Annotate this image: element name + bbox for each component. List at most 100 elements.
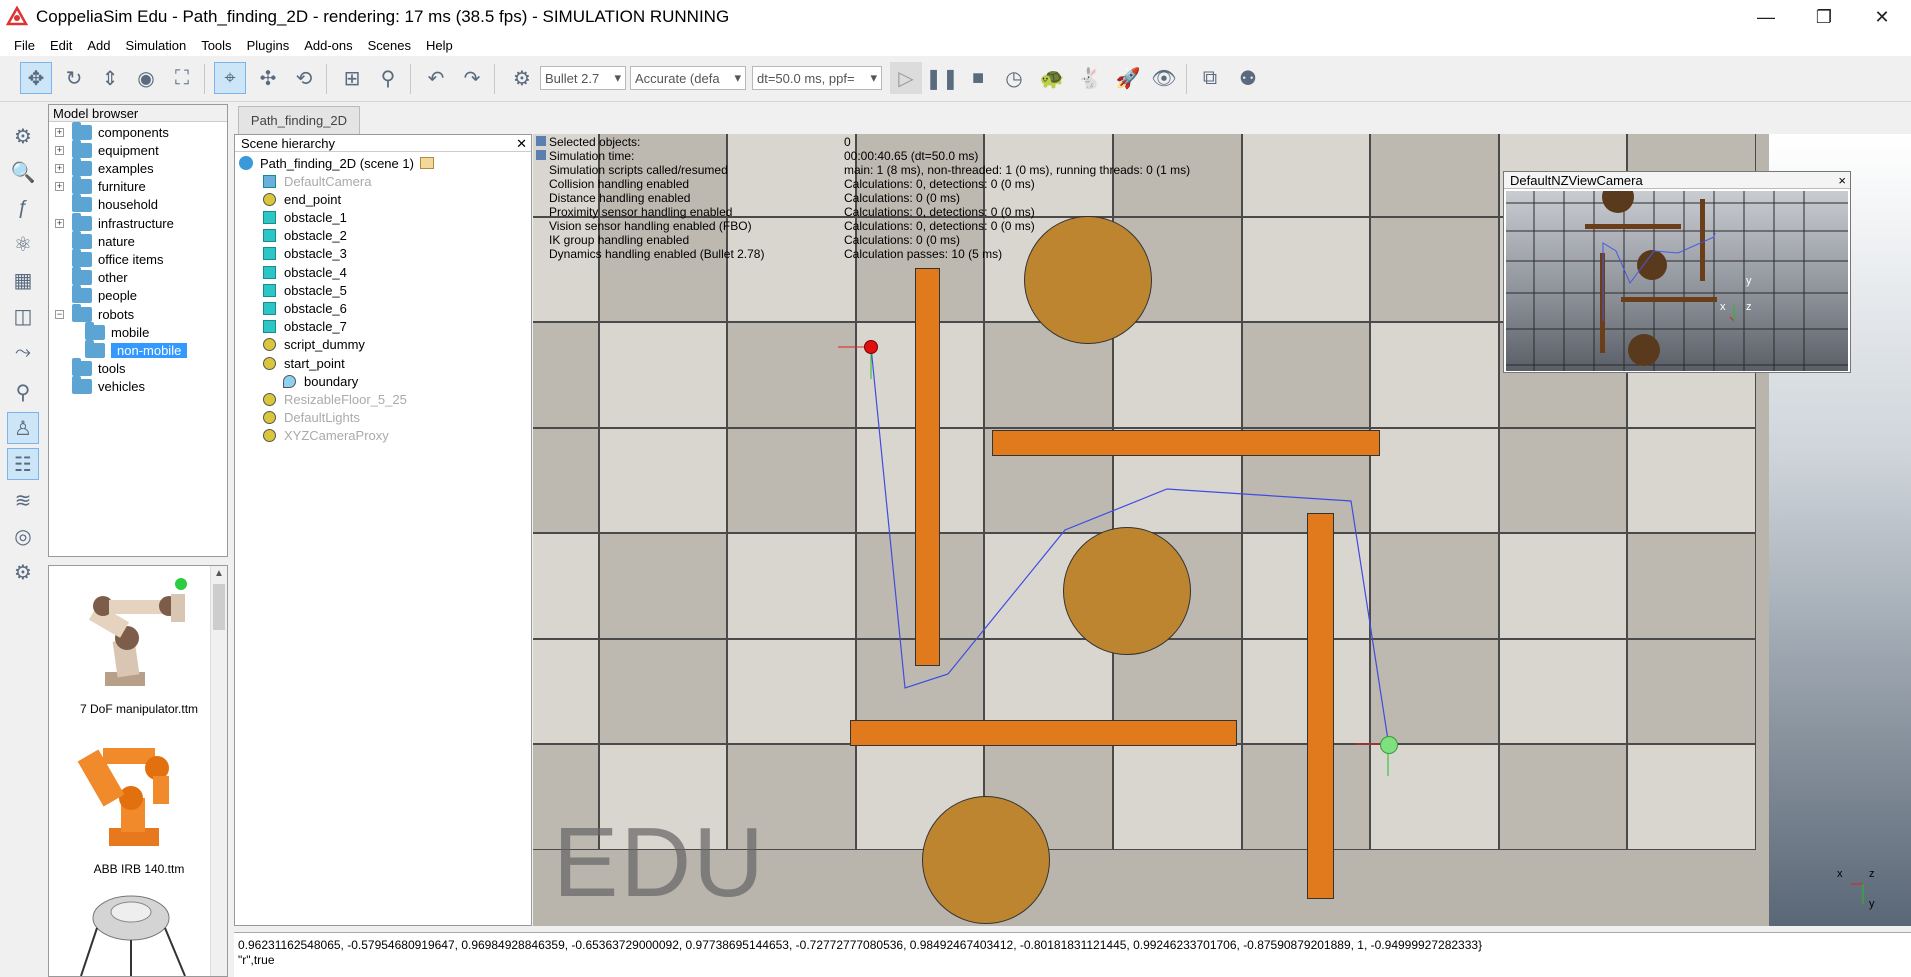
accuracy-select[interactable]: Accurate (defa ▾ [630,66,746,90]
selection-icon[interactable]: ⚲ [7,376,39,408]
user-settings-icon[interactable]: ⚙ [7,556,39,588]
close-icon[interactable]: × [1838,172,1846,189]
hierarchy-item-xyzcameraproxy[interactable]: XYZCameraProxy [263,427,389,445]
model-folder-robots[interactable]: − robots [55,303,134,323]
hierarchy-item-obstacle_5[interactable]: obstacle_5 [263,281,347,299]
slow-down-turtle-icon[interactable]: 🐢 [1036,62,1068,94]
tab-scene[interactable]: Path_finding_2D [238,106,360,134]
hierarchy-item-defaultlights[interactable]: DefaultLights [263,409,360,427]
simulation-settings-icon[interactable]: ⚙ [7,120,39,152]
dynamics-toggle-icon[interactable]: ⚙ [506,62,538,94]
hierarchy-root[interactable]: Path_finding_2D (scene 1) [239,154,434,172]
status-bar[interactable]: 0.96231162548065, -0.57954680919647, 0.9… [234,932,1911,977]
model-folder-tools[interactable]: tools [55,358,125,378]
subview-camera-window[interactable]: DefaultNZViewCamera × y x z [1503,171,1851,373]
undo-icon[interactable]: ↶ [420,62,452,94]
physics-engine-select[interactable]: Bullet 2.7 ▾ [540,66,626,90]
scroll-up-icon[interactable]: ▲ [214,568,224,579]
assemble-icon[interactable]: ⊞ [336,62,368,94]
stop-icon[interactable]: ■ [962,62,994,94]
fit-to-view-icon[interactable]: ⛶ [166,62,198,94]
start-point-marker[interactable] [864,340,878,354]
expand-toggle-icon[interactable]: + [55,182,64,192]
abb-irb-thumbnail[interactable] [69,728,209,856]
menu-addons[interactable]: Add-ons [298,38,361,53]
model-folder-household[interactable]: household [55,194,158,214]
menu-tools[interactable]: Tools [195,38,240,53]
model-folder-other[interactable]: other [55,267,128,287]
model-folder-vehicles[interactable]: vehicles [55,376,145,396]
menu-edit[interactable]: Edit [44,38,81,53]
object-shift-icon[interactable]: ✣ [252,62,284,94]
model-folder-nature[interactable]: nature [55,230,135,250]
shape-edit-icon[interactable]: ◫ [7,300,39,332]
manipulator-thumbnail[interactable] [69,570,209,700]
model-folder-mobile[interactable]: mobile [85,321,149,341]
close-icon[interactable]: ✕ [516,135,527,152]
camera-angle-icon[interactable]: ◉ [130,62,162,94]
hierarchy-item-obstacle_3[interactable]: obstacle_3 [263,245,347,263]
click-select-icon[interactable]: ⌖ [214,62,246,94]
model-folder-components[interactable]: + components [55,121,169,141]
restore-button[interactable]: ❐ [1795,0,1853,34]
expand-toggle-icon[interactable]: + [55,127,64,137]
scene-selector-icon[interactable]: ⧉ [1194,62,1226,94]
camera-pan-icon[interactable]: ✥ [20,62,52,94]
calculation-modules-icon[interactable]: 🔍 [7,156,39,188]
camera-shift-icon[interactable]: ⇕ [94,62,126,94]
visualization-eye-icon[interactable]: 👁 [1148,62,1180,94]
transfer-dna-icon[interactable]: ⚲ [372,62,404,94]
hierarchy-item-start_point[interactable]: start_point [263,354,345,372]
expand-toggle-icon[interactable]: − [55,309,64,319]
hierarchy-item-script_dummy[interactable]: script_dummy [263,336,365,354]
close-button[interactable]: ✕ [1853,0,1911,34]
pause-icon[interactable]: ❚❚ [925,62,959,94]
hierarchy-item-defaultcamera[interactable]: DefaultCamera [263,172,371,190]
menu-plugins[interactable]: Plugins [241,38,299,53]
play-icon[interactable]: ▷ [890,62,922,94]
redo-icon[interactable]: ↷ [456,62,488,94]
end-point-marker[interactable] [1380,736,1398,754]
scripts-icon[interactable]: ƒ [7,192,39,224]
path-edit-icon[interactable]: ⤳ [7,336,39,368]
menu-help[interactable]: Help [420,38,462,53]
thumbnails-scrollbar[interactable]: ▲ [210,566,227,976]
hierarchy-item-obstacle_4[interactable]: obstacle_4 [263,263,347,281]
model-folder-people[interactable]: people [55,285,137,305]
object-rotate-icon[interactable]: ⟲ [288,62,320,94]
menu-file[interactable]: File [8,38,44,53]
hierarchy-item-boundary[interactable]: boundary [283,372,358,390]
collections-icon[interactable]: ⚛ [7,228,39,260]
camera-rotate-icon[interactable]: ↻ [58,62,90,94]
scroll-thumb[interactable] [213,584,225,630]
model-folder-non-mobile[interactable]: non-mobile [85,339,188,359]
delta-robot-thumbnail[interactable] [69,888,209,976]
model-folder-office-items[interactable]: office items [55,248,164,268]
model-folder-furniture[interactable]: + furniture [55,176,146,196]
menu-add[interactable]: Add [81,38,119,53]
hierarchy-item-obstacle_7[interactable]: obstacle_7 [263,318,347,336]
model-folder-equipment[interactable]: + equipment [55,139,159,159]
menu-scenes[interactable]: Scenes [362,38,420,53]
layers-icon[interactable]: ⚉ [1232,62,1264,94]
scene-hierarchy-icon[interactable]: ☷ [7,448,39,480]
model-browser-icon[interactable]: ♙ [7,412,39,444]
speed-up-rabbit-icon[interactable]: 🐇 [1074,62,1106,94]
layers-stack-icon[interactable]: ≋ [7,484,39,516]
menu-simulation[interactable]: Simulation [120,38,196,53]
model-folder-examples[interactable]: + examples [55,157,154,177]
info-toggle-icon[interactable] [536,150,546,160]
hierarchy-item-obstacle_1[interactable]: obstacle_1 [263,208,347,226]
threaded-rendering-icon[interactable]: 🚀 [1112,62,1144,94]
scene-objects-icon[interactable]: ▦ [7,264,39,296]
realtime-clock-icon[interactable]: ◷ [998,62,1030,94]
hierarchy-item-end_point[interactable]: end_point [263,190,341,208]
hierarchy-item-resizablefloor_5_25[interactable]: ResizableFloor_5_25 [263,390,407,408]
info-toggle-icon[interactable] [536,136,546,146]
expand-toggle-icon[interactable]: + [55,218,64,228]
expand-toggle-icon[interactable]: + [55,163,64,173]
minimize-button[interactable]: — [1737,0,1795,34]
expand-toggle-icon[interactable]: + [55,145,64,155]
hierarchy-item-obstacle_2[interactable]: obstacle_2 [263,227,347,245]
timestep-select[interactable]: dt=50.0 ms, ppf= ▾ [752,66,882,90]
